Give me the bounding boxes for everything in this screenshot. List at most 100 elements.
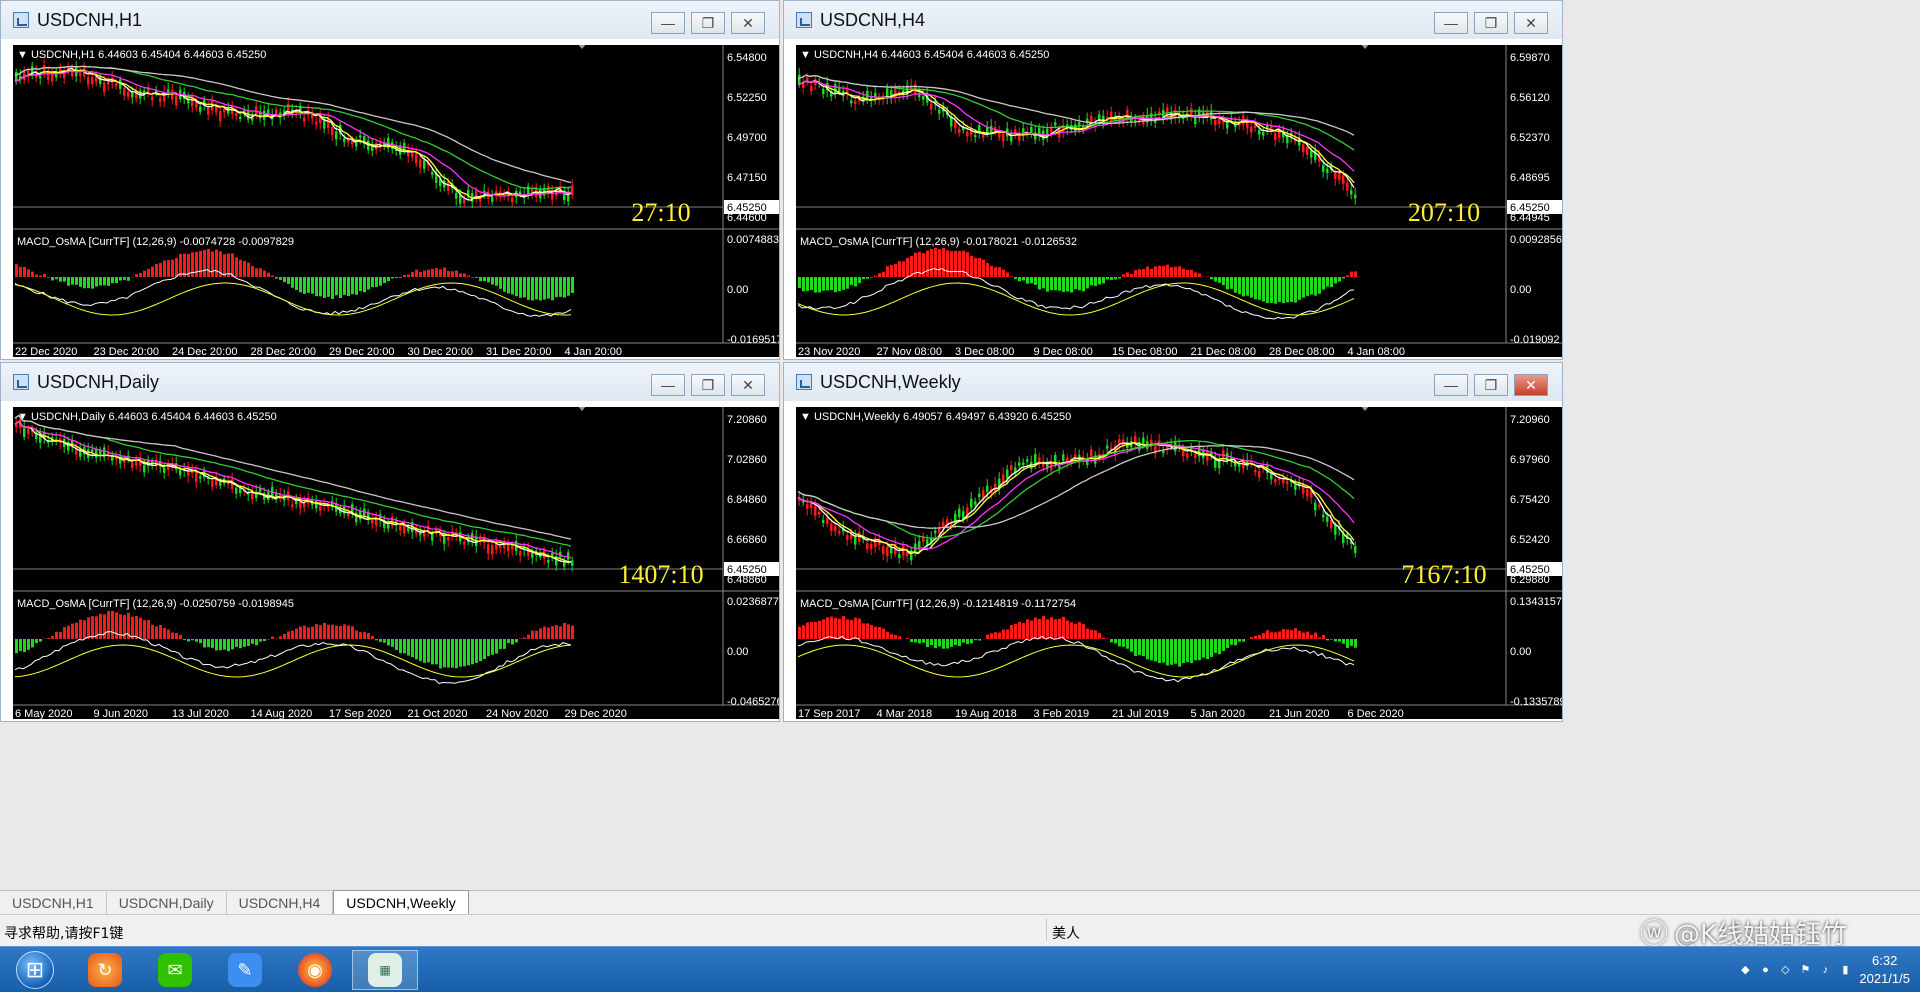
- tab-usdcnh-h4[interactable]: USDCNH,H4: [227, 892, 334, 914]
- close-button[interactable]: ✕: [731, 374, 765, 396]
- macd-histogram-bar: [455, 639, 458, 669]
- macd-histogram-bar: [63, 277, 66, 282]
- macd-histogram-bar: [1310, 277, 1313, 295]
- macd-histogram-bar: [818, 620, 821, 639]
- macd-histogram-bar: [1310, 634, 1313, 639]
- start-button[interactable]: ⊞: [8, 950, 62, 990]
- maximize-button[interactable]: ❐: [691, 12, 725, 34]
- candle-body: [854, 536, 857, 545]
- macd-histogram-bar: [1222, 639, 1225, 651]
- window-titlebar[interactable]: USDCNH,Daily — ❐ ✕: [1, 363, 779, 401]
- close-button[interactable]: ✕: [731, 12, 765, 34]
- macd-histogram-bar: [95, 277, 98, 287]
- macd-histogram-bar: [27, 269, 30, 277]
- macd-histogram-bar: [171, 632, 174, 639]
- candle-body: [1090, 449, 1093, 457]
- macd-histogram-bar: [415, 639, 418, 660]
- close-button[interactable]: ✕: [1514, 12, 1548, 34]
- chart-header-label: ▼ USDCNH,H1 6.44603 6.45404 6.44603 6.45…: [17, 49, 266, 61]
- candle-body: [1098, 114, 1101, 120]
- candle-body: [1354, 546, 1357, 553]
- taskbar-app-terminal[interactable]: ▦: [352, 950, 418, 990]
- price-chart-h1[interactable]: ▼ USDCNH,H1 6.44603 6.45404 6.44603 6.45…: [13, 45, 780, 357]
- candle-body: [934, 530, 937, 534]
- taskbar-app-wechat[interactable]: ✉: [148, 950, 202, 990]
- price-tick-label: 7.20860: [727, 414, 767, 426]
- tray-wechat-icon[interactable]: ●: [1759, 964, 1771, 976]
- candle-body: [447, 181, 450, 191]
- tray-app-icon[interactable]: ◆: [1739, 964, 1751, 976]
- macd-histogram-bar: [119, 277, 122, 281]
- tray-flag-icon[interactable]: ⚑: [1799, 964, 1811, 976]
- macd-histogram-bar: [1098, 277, 1101, 285]
- taskbar-app-1[interactable]: ↻: [78, 950, 132, 990]
- macd-histogram-bar: [1242, 277, 1245, 297]
- chart-window-h4[interactable]: USDCNH,H4 — ❐ ✕ ▼ USDCNH,H4 6.44603 6.45…: [783, 0, 1563, 360]
- tray-volume-icon[interactable]: ♪: [1819, 964, 1831, 976]
- maximize-button[interactable]: ❐: [691, 374, 725, 396]
- macd-histogram-bar: [359, 277, 362, 292]
- macd-histogram-bar: [946, 639, 949, 649]
- minimize-button[interactable]: —: [1434, 12, 1468, 34]
- macd-histogram-bar: [503, 277, 506, 292]
- price-chart-weekly[interactable]: ▼ USDCNH,Weekly 6.49057 6.49497 6.43920 …: [796, 407, 1563, 719]
- chart-window-weekly[interactable]: USDCNH,Weekly — ❐ ✕ ▼ USDCNH,Weekly 6.49…: [783, 362, 1563, 722]
- macd-histogram-bar: [1082, 624, 1085, 639]
- tab-usdcnh-weekly[interactable]: USDCNH,Weekly: [333, 890, 469, 914]
- maximize-button[interactable]: ❐: [1474, 12, 1508, 34]
- macd-histogram-bar: [299, 277, 302, 293]
- candle-body: [1318, 504, 1321, 507]
- macd-histogram-bar: [982, 259, 985, 277]
- candle-body: [1186, 453, 1189, 458]
- macd-histogram-bar: [307, 627, 310, 639]
- minimize-button[interactable]: —: [651, 374, 685, 396]
- macd-histogram-bar: [1254, 635, 1257, 639]
- candle-body: [834, 526, 837, 532]
- candle-countdown: 27:10: [631, 198, 690, 227]
- macd-histogram-bar: [798, 626, 801, 639]
- tab-usdcnh-h1[interactable]: USDCNH,H1: [0, 892, 107, 914]
- tray-shield-icon[interactable]: ◇: [1779, 964, 1791, 976]
- candle-body: [331, 126, 334, 135]
- window-titlebar[interactable]: USDCNH,H1 — ❐ ✕: [1, 1, 779, 39]
- macd-histogram-bar: [922, 639, 925, 643]
- minimize-button[interactable]: —: [651, 12, 685, 34]
- tab-usdcnh-daily[interactable]: USDCNH,Daily: [107, 892, 227, 914]
- chart-tabbar: USDCNH,H1 USDCNH,Daily USDCNH,H4 USDCNH,…: [0, 890, 1920, 914]
- price-chart-h4[interactable]: ▼ USDCNH,H4 6.44603 6.45404 6.44603 6.45…: [796, 45, 1563, 357]
- macd-histogram-bar: [902, 261, 905, 277]
- taskbar-app-firefox[interactable]: ◉: [288, 950, 342, 990]
- minimize-button[interactable]: —: [1434, 374, 1468, 396]
- status-profile[interactable]: 美人: [1052, 923, 1080, 943]
- macd-histogram-bar: [567, 277, 570, 296]
- macd-histogram-bar: [1342, 639, 1345, 644]
- macd-histogram-bar: [958, 639, 961, 647]
- price-chart-daily[interactable]: ▼ USDCNH,Daily 6.44603 6.45404 6.44603 6…: [13, 407, 780, 719]
- chart-window-daily[interactable]: USDCNH,Daily — ❐ ✕ ▼ USDCNH,Daily 6.4460…: [0, 362, 780, 722]
- tray-network-icon[interactable]: ▮: [1839, 964, 1851, 976]
- macd-histogram-bar: [822, 277, 825, 291]
- macd-histogram-bar: [223, 254, 226, 277]
- macd-histogram-bar: [1294, 277, 1297, 303]
- macd-histogram-bar: [551, 277, 554, 301]
- window-titlebar[interactable]: USDCNH,H4 — ❐ ✕: [784, 1, 1562, 39]
- candle-body: [179, 469, 182, 476]
- candle-body: [359, 135, 362, 138]
- macd-histogram-bar: [159, 263, 162, 277]
- macd-histogram-bar: [239, 259, 242, 277]
- close-button[interactable]: ✕: [1514, 374, 1548, 396]
- date-axis-label: 13 Jul 2020: [172, 708, 229, 719]
- macd-histogram-bar: [1122, 639, 1125, 647]
- taskbar-app-notes[interactable]: ✎: [218, 950, 272, 990]
- system-clock[interactable]: 6:32 2021/1/5: [1859, 952, 1910, 988]
- chart-window-h1[interactable]: USDCNH,H1 — ❐ ✕ ▼ USDCNH,H1 6.44603 6.45…: [0, 0, 780, 360]
- watermark-text: @K线姑姑钰竹: [1674, 919, 1848, 950]
- window-titlebar[interactable]: USDCNH,Weekly — ❐ ✕: [784, 363, 1562, 401]
- candle-body: [23, 428, 26, 438]
- candle-body: [1118, 439, 1121, 445]
- maximize-button[interactable]: ❐: [1474, 374, 1508, 396]
- macd-histogram-bar: [395, 639, 398, 651]
- macd-histogram-bar: [247, 639, 250, 646]
- candle-body: [1002, 133, 1005, 142]
- macd-histogram-bar: [303, 625, 306, 639]
